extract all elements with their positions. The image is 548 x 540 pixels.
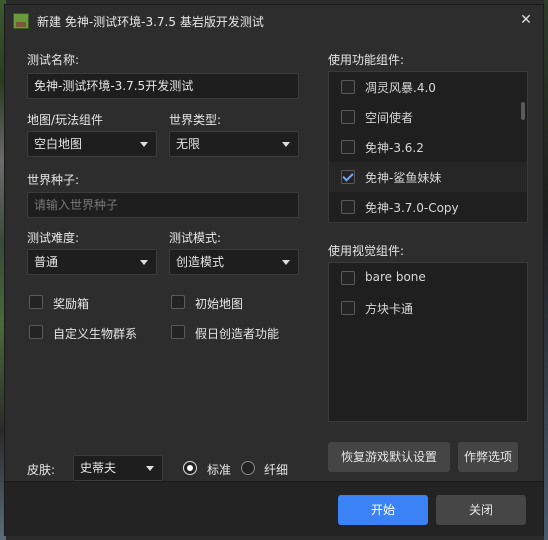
- mode-select[interactable]: 创造模式: [169, 249, 299, 275]
- test-name-input[interactable]: 免神-测试环境-3.7.5开发测试: [27, 73, 299, 99]
- custom-biome-label: 自定义生物群系: [53, 327, 138, 341]
- component-label: 方块卡通: [365, 302, 414, 316]
- background-world-strip-right: [544, 0, 548, 540]
- dialog-title: 新建 免神-测试环境-3.7.5 基岩版开发测试: [37, 15, 264, 29]
- skin-slim-radio[interactable]: [241, 461, 255, 475]
- mode-label: 测试模式:: [169, 231, 222, 245]
- list-item[interactable]: 免神-3.7.0-Copy: [329, 192, 527, 222]
- seed-input[interactable]: 请输入世界种子: [27, 192, 299, 218]
- function-components-label: 使用功能组件:: [328, 53, 405, 67]
- difficulty-select[interactable]: 普通: [27, 249, 157, 275]
- map-label: 地图/玩法组件: [27, 113, 104, 127]
- list-scrollbar[interactable]: [521, 102, 525, 120]
- custom-biome-checkbox[interactable]: [29, 325, 43, 339]
- starting-map-label: 初始地图: [195, 297, 244, 311]
- title-bar: 新建 免神-测试环境-3.7.5 基岩版开发测试 ✕: [5, 5, 543, 37]
- skin-standard-radio[interactable]: [183, 461, 197, 475]
- component-checkbox[interactable]: [341, 301, 355, 315]
- component-checkbox-checked[interactable]: [341, 170, 355, 184]
- component-checkbox[interactable]: [341, 80, 355, 94]
- component-checkbox[interactable]: [341, 110, 355, 124]
- restore-defaults-button[interactable]: 恢复游戏默认设置: [328, 442, 450, 472]
- map-select-value: 空白地图: [34, 137, 83, 151]
- world-type-label: 世界类型:: [169, 113, 222, 127]
- reward-chest-label: 奖励箱: [53, 297, 90, 311]
- component-checkbox[interactable]: [341, 140, 355, 154]
- world-type-select-value: 无限: [176, 137, 201, 151]
- test-name-label: 测试名称:: [27, 53, 80, 67]
- dialog-content: 测试名称: 免神-测试环境-3.7.5开发测试 地图/玩法组件 空白地图 世界类…: [5, 37, 543, 481]
- skin-standard-label: 标准: [207, 463, 232, 477]
- difficulty-select-value: 普通: [34, 255, 59, 269]
- component-label: 空间使者: [365, 111, 414, 125]
- component-label: 凋灵风暴.4.0: [365, 81, 436, 95]
- mode-select-value: 创造模式: [176, 255, 225, 269]
- difficulty-label: 测试难度:: [27, 231, 80, 245]
- list-item[interactable]: 凋灵风暴.4.0: [329, 72, 527, 102]
- map-select[interactable]: 空白地图: [27, 131, 157, 157]
- list-item[interactable]: bare bone: [329, 263, 527, 293]
- reward-chest-checkbox[interactable]: [29, 295, 43, 309]
- skin-select[interactable]: 史蒂夫: [73, 455, 163, 481]
- skin-select-value: 史蒂夫: [80, 461, 117, 475]
- holiday-creator-checkbox[interactable]: [171, 325, 185, 339]
- component-label: 免神-3.6.2: [365, 141, 424, 155]
- component-label: bare bone: [365, 270, 426, 284]
- world-type-select[interactable]: 无限: [169, 131, 299, 157]
- dialog-footer: 开始 关闭: [5, 481, 543, 536]
- seed-label: 世界种子:: [27, 173, 80, 187]
- holiday-creator-label: 假日创造者功能: [195, 327, 280, 341]
- close-button[interactable]: 关闭: [436, 495, 526, 525]
- component-checkbox[interactable]: [341, 200, 355, 214]
- visual-components-list[interactable]: bare bone 方块卡通: [328, 262, 528, 422]
- new-test-dialog: 新建 免神-测试环境-3.7.5 基岩版开发测试 ✕ 测试名称: 免神-测试环境…: [4, 4, 544, 536]
- visual-components-label: 使用视觉组件:: [328, 244, 405, 258]
- component-label: 免神-3.7.0-Copy: [365, 201, 459, 215]
- function-components-list[interactable]: 凋灵风暴.4.0 空间使者 免神-3.6.2 免神-鲨鱼妹妹 免神-3.7.0-…: [328, 71, 528, 223]
- list-item[interactable]: 免神-鲨鱼妹妹: [329, 162, 527, 192]
- close-icon[interactable]: ✕: [517, 11, 535, 29]
- component-label: 免神-鲨鱼妹妹: [365, 171, 442, 185]
- cheat-options-button[interactable]: 作弊选项: [458, 442, 518, 472]
- list-item[interactable]: 方块卡通: [329, 293, 527, 323]
- skin-slim-label: 纤细: [264, 463, 289, 477]
- grass-block-icon: [13, 13, 29, 29]
- list-item[interactable]: 免神-3.6.2: [329, 132, 527, 162]
- list-item[interactable]: 空间使者: [329, 102, 527, 132]
- start-button[interactable]: 开始: [338, 495, 428, 525]
- skin-label: 皮肤:: [27, 463, 56, 477]
- starting-map-checkbox[interactable]: [171, 295, 185, 309]
- component-checkbox[interactable]: [341, 271, 355, 285]
